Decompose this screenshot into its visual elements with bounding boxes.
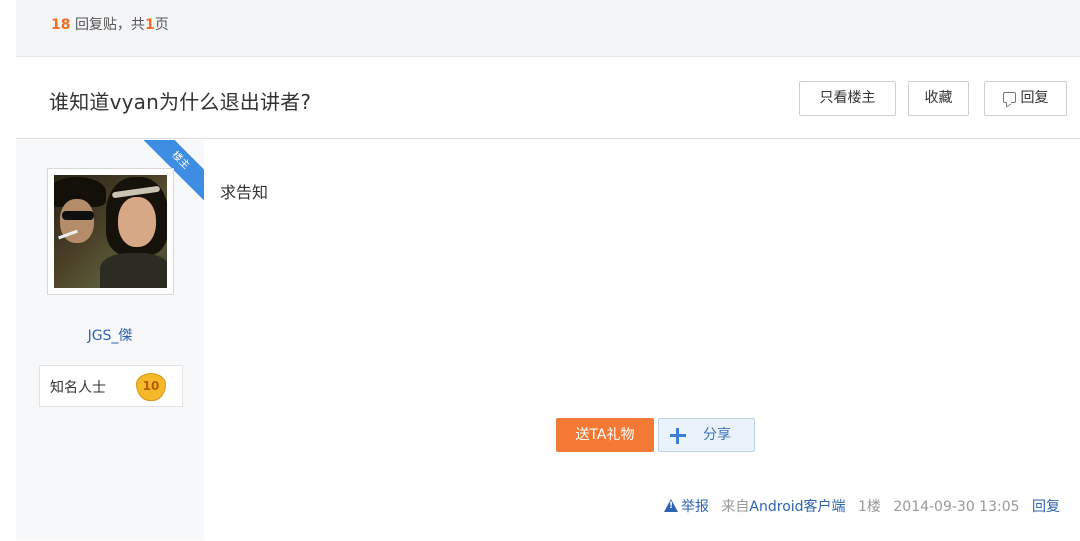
send-gift-button[interactable]: 送TA礼物 [556,418,654,452]
thread-page: 18 回复贴，共1页 谁知道vyan为什么退出讲者? 只看楼主 收藏 回复 楼主… [0,0,1080,541]
only-host-button[interactable]: 只看楼主 [799,81,896,116]
left-gutter [0,0,16,541]
reply-summary: 18 回复贴，共1页 [16,0,1080,57]
share-label: 分享 [703,427,731,443]
post-floor-1: 楼主 JGS_傑 知名人士 10 求告知 送TA礼物 分享 举报 [16,140,1080,540]
report-label: 举报 [680,499,709,515]
favorite-button[interactable]: 收藏 [908,81,969,116]
post-body: 求告知 [220,183,269,202]
reply-count: 18 [51,17,71,33]
report-link[interactable]: 举报 [663,499,709,515]
reply-link[interactable]: 回复 [1032,499,1060,515]
page-count: 1 [144,17,155,33]
share-plus-icon [670,428,686,444]
thread-header: 谁知道vyan为什么退出讲者? 只看楼主 收藏 回复 [16,57,1080,139]
summary-text: 回复贴，共 [74,17,145,33]
comment-icon [1002,92,1016,103]
reply-button[interactable]: 回复 [984,81,1067,116]
post-meta: 举报 来自Android客户端 1楼 2014-09-30 13:05 回复 [663,496,1060,516]
post-datetime: 2014-09-30 13:05 [893,499,1020,515]
reply-button-label: 回复 [1020,90,1049,106]
post-content-area: 求告知 送TA礼物 分享 举报 来自Android客户端 1楼 2014-09-… [204,140,1080,540]
thread-title: 谁知道vyan为什么退出讲者? [49,90,312,114]
summary-text-end: 页 [154,17,169,33]
author-panel: 楼主 JGS_傑 知名人士 10 [16,140,204,540]
warning-icon [663,499,678,512]
source-client-link[interactable]: Android客户端 [749,499,845,515]
author-name-link[interactable]: JGS_傑 [16,325,204,345]
source-prefix: 来自 [721,499,750,515]
share-button[interactable]: 分享 [658,418,755,452]
avatar[interactable] [54,175,167,288]
level-badge-box[interactable]: 知名人士 10 [39,365,183,407]
level-title: 知名人士 [50,380,106,396]
avatar-frame[interactable] [47,168,174,295]
floor-number: 1楼 [858,499,881,515]
level-shield-icon: 10 [136,373,166,401]
